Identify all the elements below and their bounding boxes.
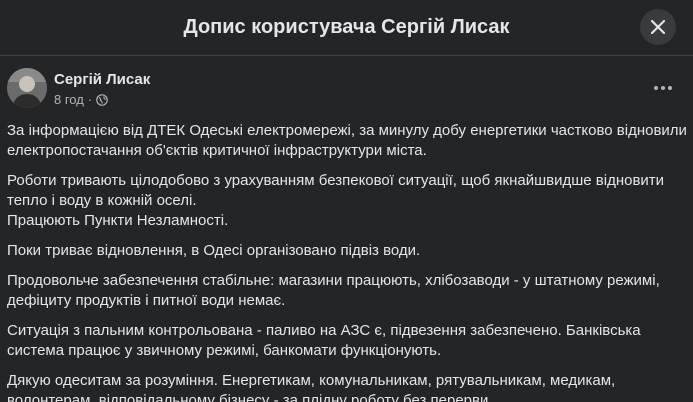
close-icon [651, 20, 665, 34]
author-avatar[interactable] [7, 68, 47, 108]
avatar-photo [7, 68, 47, 108]
post-paragraph: Роботи тривають цілодобово з урахуванням… [7, 172, 665, 229]
close-button[interactable] [640, 9, 676, 45]
author-name[interactable]: Сергій Лисак [54, 71, 150, 89]
post-paragraph: Продовольче забезпечення стабільне: мага… [7, 272, 660, 309]
post-paragraph: Дякую одеситам за розуміння. Енергетикам… [7, 372, 616, 402]
dialog-title: Допис користувача Сергій Лисак [183, 16, 510, 38]
post-meta: 8 год · [54, 92, 108, 108]
more-horizontal-icon [654, 86, 672, 90]
post-paragraph: Ситуація з пальним контрольована - палив… [7, 322, 641, 359]
post-paragraph: Поки триває відновлення, в Одесі організ… [7, 242, 421, 259]
post-time[interactable]: 8 год [54, 92, 84, 108]
post-text: За інформацією від ДТЕК Одеські електром… [7, 121, 687, 402]
globe-icon [96, 94, 108, 106]
dialog-header: Допис користувача Сергій Лисак [0, 0, 693, 56]
post-paragraph: За інформацією від ДТЕК Одеські електром… [7, 122, 687, 159]
post-options-button[interactable] [645, 74, 681, 102]
meta-separator: · [87, 92, 93, 107]
post-dialog: Допис користувача Сергій Лисак Сергій Ли… [0, 0, 693, 402]
